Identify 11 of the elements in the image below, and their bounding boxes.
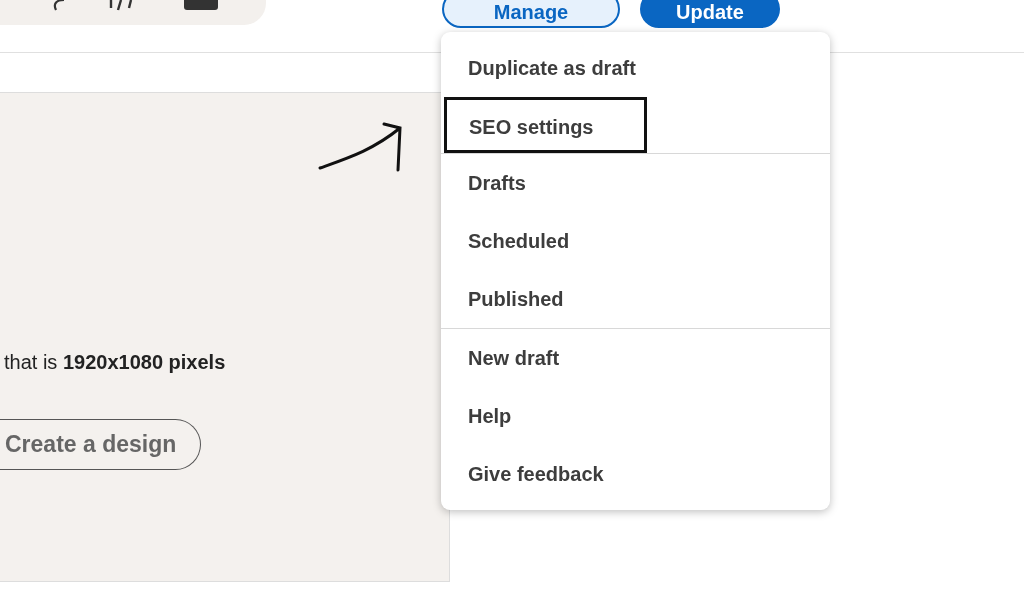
manage-button[interactable]: Manage [442,0,620,28]
update-button[interactable]: Update [640,0,780,28]
menu-item[interactable]: Help [441,387,830,445]
menu-item[interactable]: SEO settings [444,97,647,153]
menu-item[interactable]: Published [441,270,830,328]
menu-item[interactable]: Duplicate as draft [441,39,830,97]
menu-item[interactable]: Give feedback [441,445,830,503]
menu-item[interactable]: Drafts [441,154,830,212]
menu-item[interactable]: New draft [441,329,830,387]
size-info-text: that is 1920x1080 pixels [3,351,227,374]
menu-item[interactable]: Scheduled [441,212,830,270]
